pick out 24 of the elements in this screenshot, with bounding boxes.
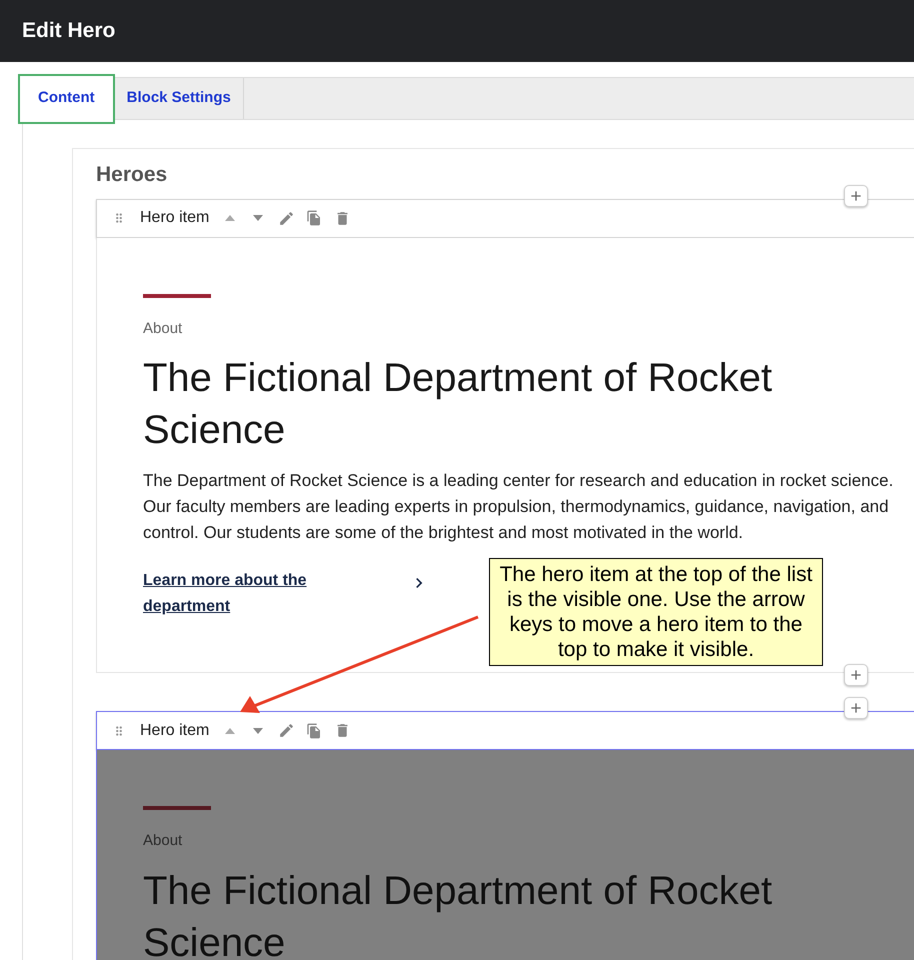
eyebrow-text: About (143, 318, 184, 338)
hero-heading: The Fictional Department of Rocket Science (143, 868, 774, 960)
pencil-icon (278, 722, 295, 739)
tab[interactable]: Content (18, 74, 115, 124)
add-button[interactable] (844, 664, 868, 686)
add-button[interactable] (844, 697, 868, 719)
hero-heading: The Fictional Department of Rocket Science (143, 355, 774, 454)
section-title: Heroes (96, 162, 168, 188)
caret-up-icon (225, 728, 236, 734)
eyebrow-text: About (143, 831, 184, 851)
caret-down-icon (253, 728, 264, 734)
add-button[interactable] (844, 184, 868, 206)
caret-down-icon (253, 215, 264, 221)
item-label: Hero item (140, 720, 210, 740)
item-label: Hero item (140, 208, 210, 228)
copy-icon (306, 210, 322, 226)
callout-note: The hero item at the top of the list is the visible one. Use the arrow keys to move a hero item to the top to make it visible. (489, 558, 823, 666)
tab[interactable]: Block Settings (114, 78, 244, 119)
caret-up-icon (225, 215, 236, 221)
copy-icon (306, 722, 322, 738)
window-title: Edit Hero (22, 18, 116, 44)
learn-more-link[interactable]: Learn more about the department (143, 568, 333, 620)
pencil-icon (278, 210, 295, 226)
hero-description: The Department of Rocket Science is a leading center for research and education in rocket science. Our faculty members are leading experts in propulsion, thermodynamics, guidance, navigation, and control. Our students are some of the brightest and most motivated in the world. (143, 470, 894, 544)
